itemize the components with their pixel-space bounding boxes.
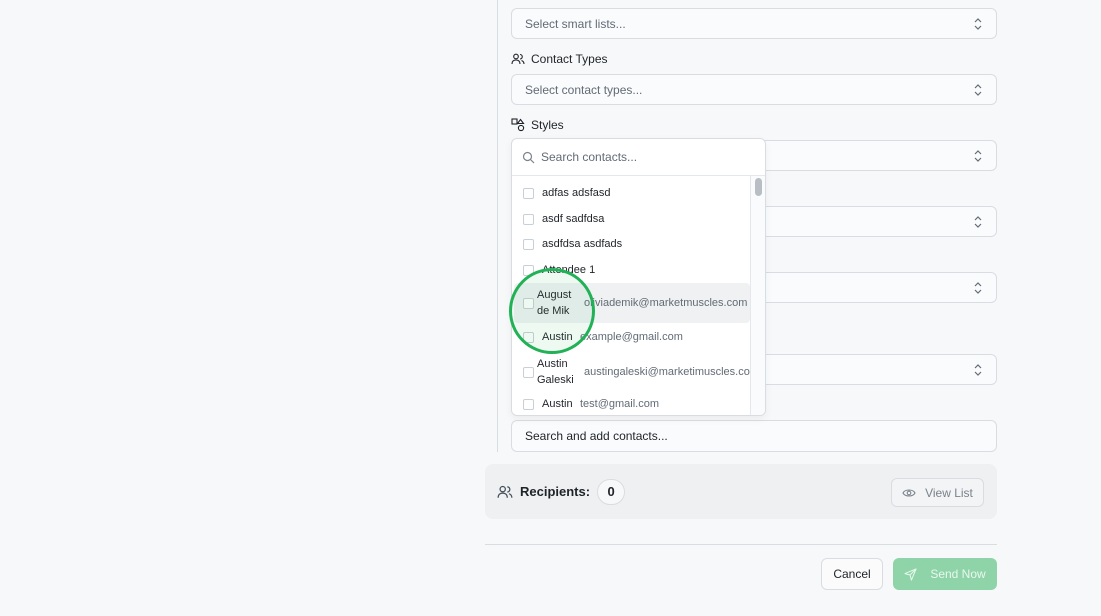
contact-email: austingaleski@marketimuscles.com (584, 366, 760, 378)
contact-types-label-text: Contact Types (531, 52, 608, 66)
contact-option[interactable]: asdfdsa asdfads (514, 236, 750, 252)
recipients-label: Recipients: (520, 484, 591, 499)
contact-types-select[interactable]: Select contact types... (511, 74, 997, 105)
users-icon (497, 485, 513, 498)
add-contacts-input[interactable]: Search and add contacts... (511, 420, 997, 452)
contact-search-placeholder: Search contacts... (541, 150, 638, 164)
contact-name: adfas adsfasd (542, 187, 611, 199)
footer-divider (485, 544, 997, 545)
shapes-icon (511, 118, 525, 132)
send-icon (904, 567, 917, 581)
contact-option[interactable]: Austin test@gmail.com (514, 396, 750, 412)
smart-lists-select[interactable]: Select smart lists... (511, 8, 997, 39)
contact-option[interactable]: Austin Galeski austingaleski@marketimusc… (514, 352, 759, 392)
highlight-circle (509, 268, 595, 354)
chevrons-up-down-icon (974, 84, 982, 96)
view-list-label: View List (925, 485, 973, 500)
view-list-button[interactable]: View List (891, 478, 984, 507)
contact-checkbox[interactable] (523, 187, 534, 199)
contact-checkbox[interactable] (523, 238, 534, 250)
contact-types-placeholder: Select contact types... (525, 82, 643, 97)
contact-checkbox[interactable] (523, 398, 534, 410)
eye-icon (902, 488, 916, 497)
contact-name-line: Austin (537, 358, 568, 370)
contact-checkbox[interactable] (523, 366, 534, 378)
cancel-label: Cancel (833, 567, 871, 581)
contact-email: test@gmail.com (580, 398, 660, 410)
contact-option[interactable]: adfas adsfasd (514, 185, 750, 201)
styles-label-text: Styles (531, 118, 564, 132)
form-rail (497, 0, 498, 452)
chevrons-up-down-icon (974, 150, 982, 162)
contact-checkbox[interactable] (523, 213, 534, 225)
contact-email: oliviademik@marketmuscles.com (584, 297, 748, 309)
contact-name: Austin Galeski (537, 356, 574, 388)
send-now-label: Send Now (930, 567, 986, 581)
contact-list-scroll-thumb[interactable] (755, 178, 762, 196)
cancel-button[interactable]: Cancel (821, 558, 883, 590)
contact-name: Austin (542, 398, 573, 410)
contact-name-line: Galeski (537, 374, 574, 386)
chevrons-up-down-icon (974, 364, 982, 376)
recipients-count-badge: 0 (597, 478, 626, 505)
contact-name: asdfdsa asdfads (542, 238, 623, 250)
chevrons-up-down-icon (974, 216, 982, 228)
contact-option[interactable]: asdf sadfdsa (514, 211, 750, 227)
contact-search-input[interactable]: Search contacts... (512, 139, 765, 176)
contact-list-scrollbar[interactable] (750, 176, 765, 415)
contact-types-label: Contact Types (511, 52, 608, 66)
styles-label: Styles (511, 118, 564, 132)
smart-lists-placeholder: Select smart lists... (525, 16, 626, 31)
contact-name: asdf sadfdsa (542, 213, 605, 225)
search-icon (522, 151, 535, 163)
recipients-bar: Recipients: 0 View List (485, 464, 997, 519)
chevrons-up-down-icon (974, 282, 982, 294)
send-now-button[interactable]: Send Now (893, 558, 997, 590)
contact-email: example@gmail.com (580, 331, 683, 343)
users-icon (511, 53, 525, 65)
chevrons-up-down-icon (974, 18, 982, 30)
add-contacts-placeholder: Search and add contacts... (525, 429, 668, 443)
